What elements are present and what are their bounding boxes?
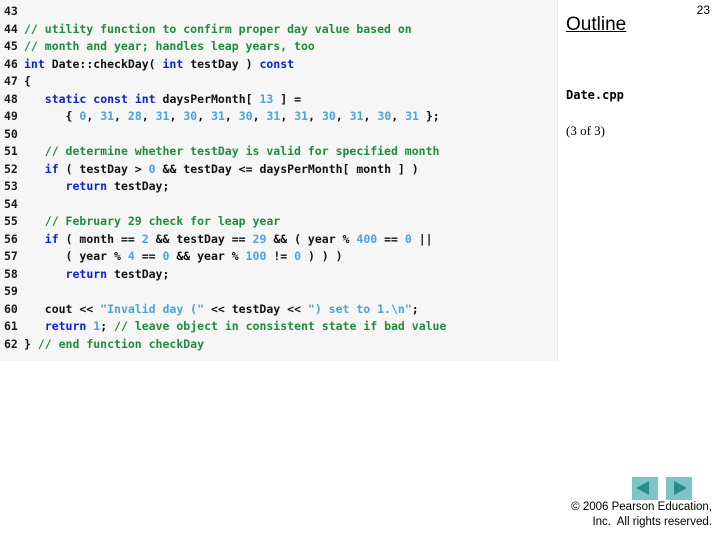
code-line: 56 if ( month == 2 && testDay == 29 && (… (4, 231, 557, 249)
code-line-text: { 0, 31, 28, 31, 30, 31, 30, 31, 31, 30,… (24, 109, 440, 123)
presentation-slide: 43 44 // utility function to confirm prope… (0, 0, 720, 540)
copyright-notice: © 2006 Pearson Education, Inc. All right… (412, 500, 712, 530)
code-lines-container: 43 44 // utility function to confirm prope… (4, 3, 557, 353)
code-line-text: static const int daysPerMonth[ 13 ] = (44, 91, 302, 106)
code-line-number: 56 (4, 231, 18, 246)
code-line: 46 int Date::checkDay( int testDay ) cons… (4, 56, 557, 74)
code-line-number: 44 (4, 21, 18, 36)
code-line-number: 62 (4, 336, 18, 351)
code-line: 51 // determine whether testDay is valid… (4, 143, 557, 161)
code-line: 48 static const int daysPerMonth[ 13 ] = (4, 91, 557, 109)
code-line-number: 53 (4, 179, 18, 193)
code-line: 47 { (4, 73, 557, 91)
code-line: 52 if ( testDay > 0 && testDay <= daysPe… (4, 161, 557, 179)
code-line-text: // February 29 check for leap year (44, 214, 281, 228)
code-line-number: 43 (4, 4, 18, 18)
code-line-text: { (24, 74, 31, 88)
code-line-number: 55 (4, 214, 18, 228)
code-line-text: if ( month == 2 && testDay == 29 && ( ye… (44, 231, 433, 246)
code-line: 58 return testDay; (4, 266, 557, 284)
code-line-text: cout << "Invalid day (" << testDay << ")… (24, 301, 419, 316)
code-line: 60 cout << "Invalid day (" << testDay <<… (4, 301, 557, 319)
code-line: 50 (4, 126, 557, 144)
triangle-left-icon (636, 481, 649, 495)
code-line-number: 61 (4, 319, 18, 333)
copyright-line-1: © 2006 Pearson Education, (571, 501, 712, 513)
code-line-number: 58 (4, 266, 18, 281)
code-line-number: 57 (4, 249, 18, 263)
code-line-text: return testDay; (65, 179, 170, 193)
code-line: 43 (4, 3, 557, 21)
code-line-number: 49 (4, 109, 18, 123)
code-line-text: // determine whether testDay is valid fo… (44, 144, 440, 158)
page-number: 23 (696, 3, 710, 17)
code-line-text: if ( testDay > 0 && testDay <= daysPerMo… (44, 161, 419, 176)
code-line-text: int Date::checkDay( int testDay ) const (24, 56, 295, 71)
code-line-number: 54 (4, 196, 18, 211)
code-line: 44 // utility function to confirm proper … (4, 21, 557, 39)
code-line-text: // month and year; handles leap years, t… (24, 39, 315, 53)
code-line: 45 // month and year; handles leap years,… (4, 38, 557, 56)
code-line-number: 50 (4, 126, 18, 141)
slide-part-indicator: (3 of 3) (566, 123, 605, 138)
code-line: 57 ( year % 4 == 0 && year % 100 != 0 ) … (4, 248, 557, 266)
code-line-text: } // end function checkDay (24, 336, 205, 351)
code-line-number: 45 (4, 39, 18, 53)
code-line: 55 // February 29 check for leap year (4, 213, 557, 231)
code-line: 62 } // end function checkDay (4, 336, 557, 354)
code-listing-panel: 43 44 // utility function to confirm prope… (0, 0, 558, 361)
code-line: 53 return testDay; (4, 178, 557, 196)
copyright-line-2: Inc. All rights reserved. (592, 516, 712, 528)
code-line-number: 59 (4, 284, 18, 298)
code-line-number: 48 (4, 91, 18, 106)
code-line-text: // utility function to confirm proper da… (24, 21, 412, 36)
code-line-number: 52 (4, 161, 18, 176)
code-line-number: 46 (4, 56, 18, 71)
code-line-text: return testDay; (65, 266, 170, 281)
code-line: 59 (4, 283, 557, 301)
code-line-number: 47 (4, 74, 18, 88)
triangle-right-icon (674, 481, 687, 495)
code-line-number: 51 (4, 144, 18, 158)
code-line: 54 (4, 196, 557, 214)
source-file-name: Date.cpp (566, 88, 624, 102)
outline-heading: Outline (566, 14, 627, 35)
code-line: 49 { 0, 31, 28, 31, 30, 31, 30, 31, 31, … (4, 108, 557, 126)
next-slide-button[interactable] (666, 477, 692, 500)
code-line-number: 60 (4, 301, 18, 316)
slide-navigation (632, 477, 696, 501)
code-line-text: ( year % 4 == 0 && year % 100 != 0 ) ) ) (24, 249, 343, 263)
previous-slide-button[interactable] (632, 477, 658, 500)
code-line: 61 return 1; // leave object in consiste… (4, 318, 557, 336)
code-line-text: return 1; // leave object in consistent … (44, 319, 447, 333)
